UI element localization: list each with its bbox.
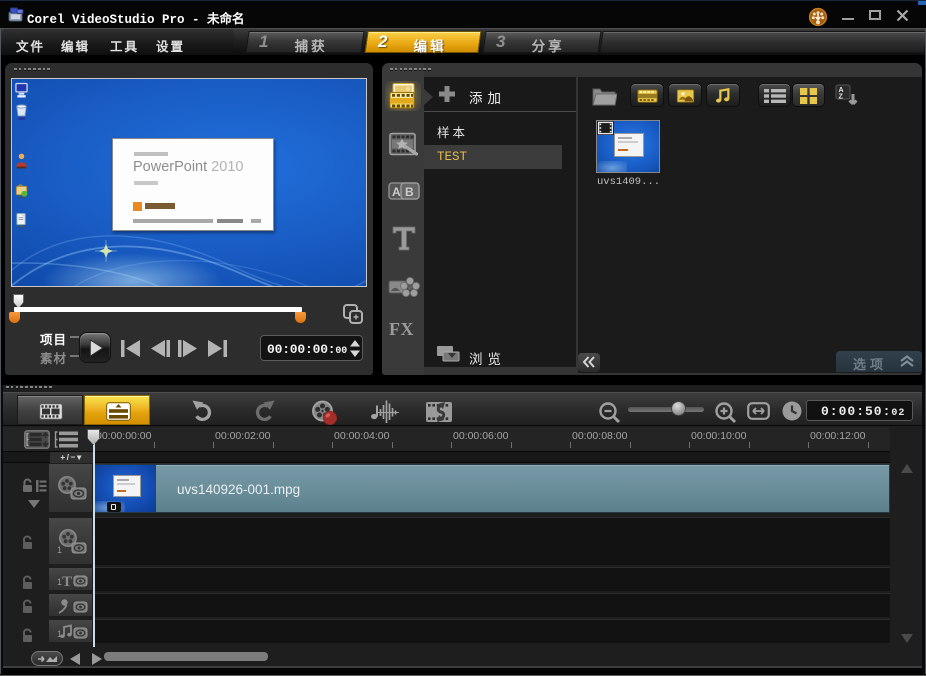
svg-text:B: B: [405, 185, 414, 199]
svg-text:T: T: [62, 574, 72, 589]
svg-text:A: A: [392, 185, 401, 199]
svg-text:Z: Z: [839, 94, 844, 101]
svg-text:1: 1: [57, 545, 62, 555]
